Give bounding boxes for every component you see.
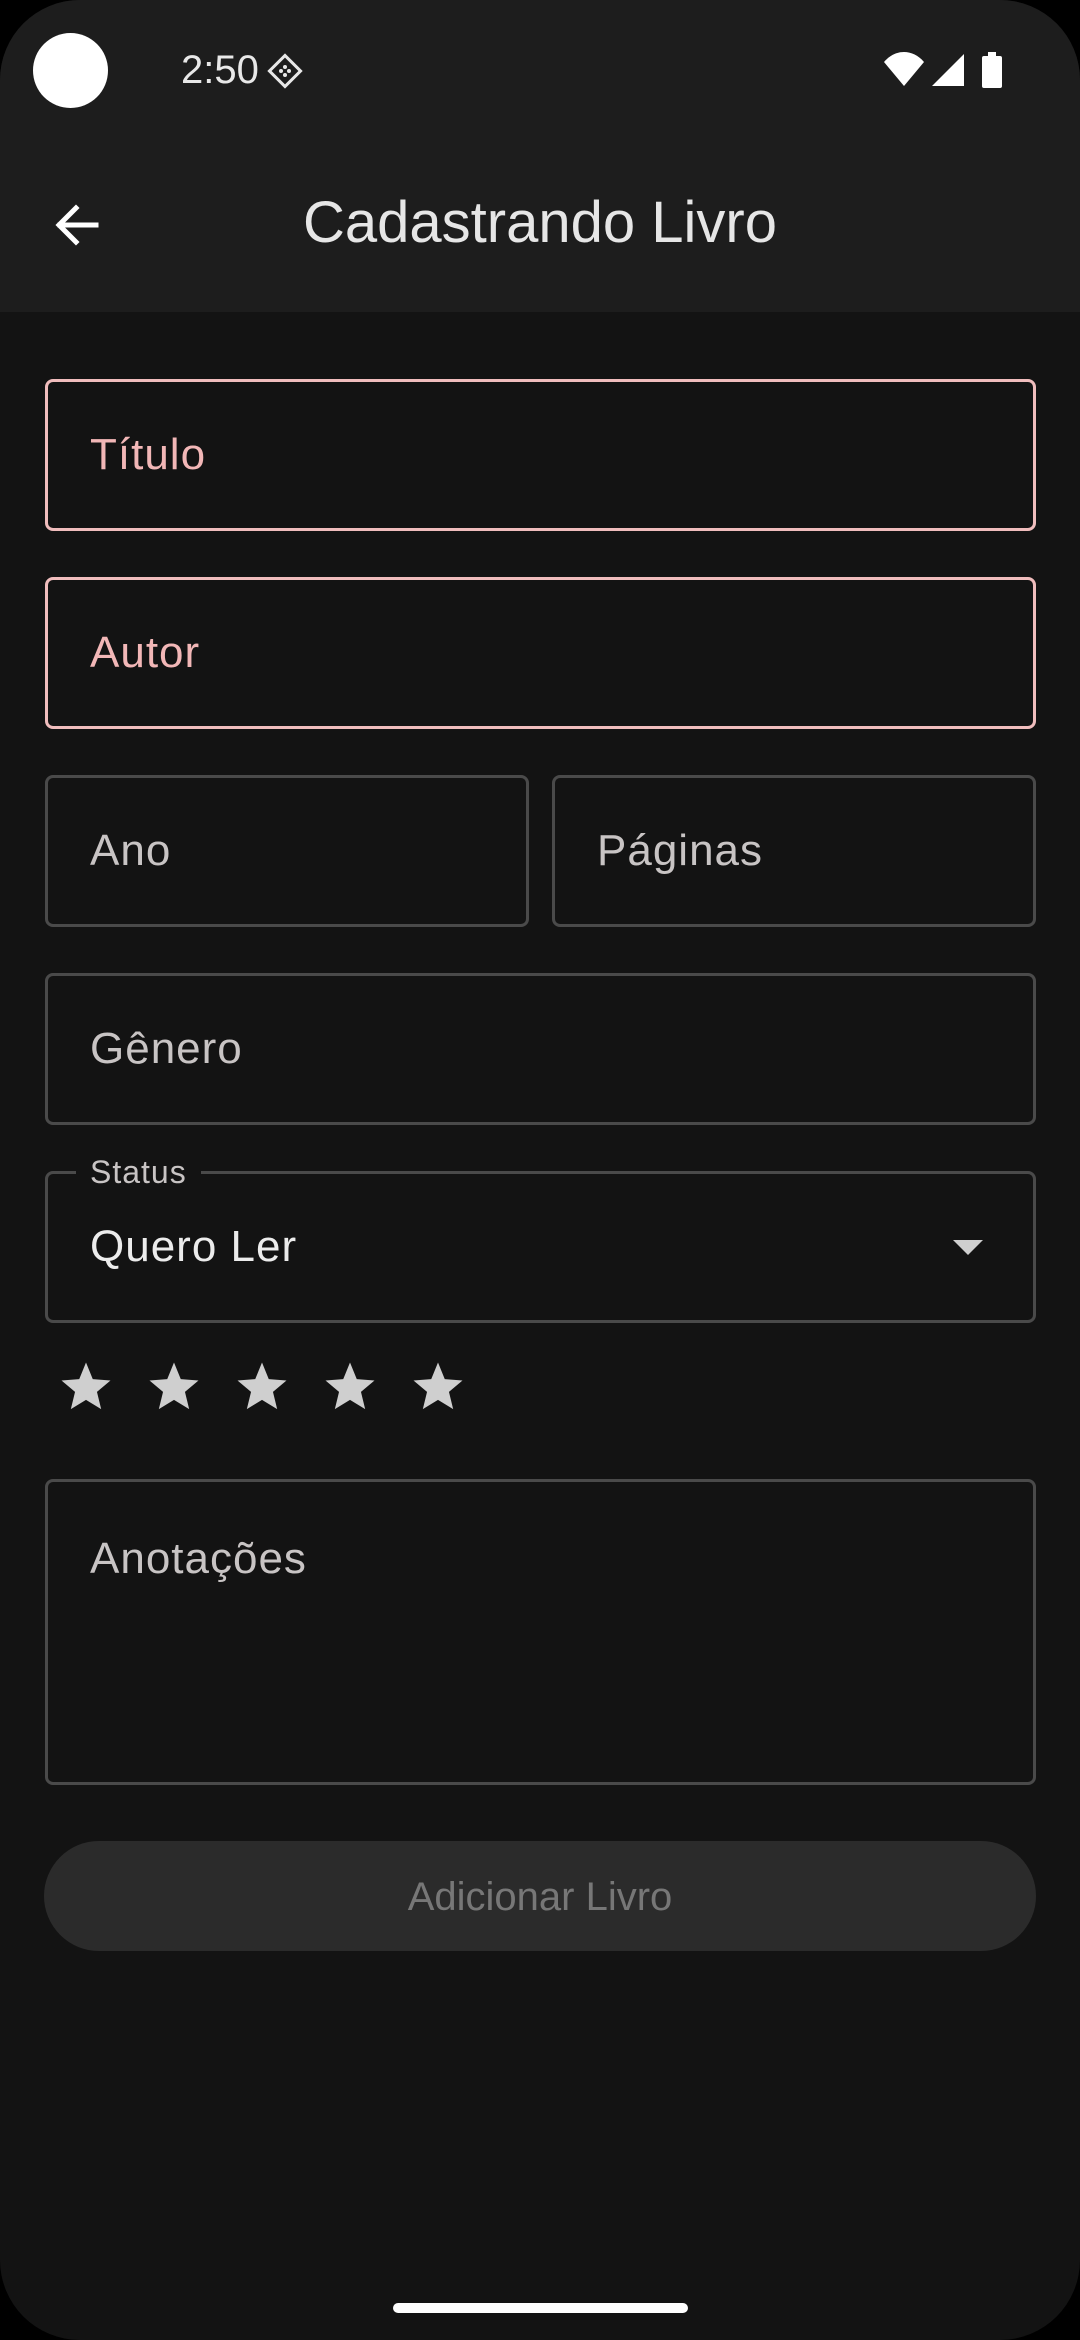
year-field[interactable]: Ano: [45, 775, 529, 927]
year-field-label: Ano: [90, 826, 172, 875]
status-dropdown[interactable]: Status Quero Ler: [45, 1150, 1036, 1323]
star-icon-1[interactable]: [58, 1359, 114, 1415]
genre-field[interactable]: Gênero: [45, 973, 1036, 1125]
status-dropdown-label: Status: [76, 1150, 201, 1194]
status-time: 2:50: [181, 48, 259, 92]
star-icon-5[interactable]: [410, 1359, 466, 1415]
home-indicator[interactable]: [393, 2303, 688, 2313]
page-title: Cadastrando Livro: [303, 190, 777, 255]
author-field[interactable]: Autor: [45, 577, 1036, 729]
camera-cutout: [33, 33, 108, 108]
battery-icon: [982, 52, 1002, 88]
cell-signal-icon: [932, 54, 964, 86]
pages-field[interactable]: Páginas: [552, 775, 1036, 927]
pages-field-label: Páginas: [597, 826, 764, 875]
star-icon-4[interactable]: [322, 1359, 378, 1415]
notes-field[interactable]: Anotações: [45, 1479, 1036, 1785]
notification-app-icon: [267, 53, 303, 89]
add-book-button[interactable]: Adicionar Livro: [44, 1841, 1036, 1951]
rating-stars: [58, 1359, 466, 1421]
app-screen: 2:50 Cadastrando Livro Título Autor Ano …: [0, 0, 1080, 2340]
title-field-label: Título: [90, 430, 207, 479]
author-field-label: Autor: [90, 628, 201, 677]
title-field[interactable]: Título: [45, 379, 1036, 531]
star-icon-2[interactable]: [146, 1359, 202, 1415]
star-icon-3[interactable]: [234, 1359, 290, 1415]
top-app-bar: [0, 0, 1080, 312]
wifi-icon: [884, 52, 924, 86]
dropdown-arrow-icon: [953, 1240, 983, 1255]
genre-field-label: Gênero: [90, 1024, 243, 1073]
notes-field-label: Anotações: [90, 1534, 307, 1583]
status-selected-value: Quero Ler: [90, 1222, 298, 1271]
